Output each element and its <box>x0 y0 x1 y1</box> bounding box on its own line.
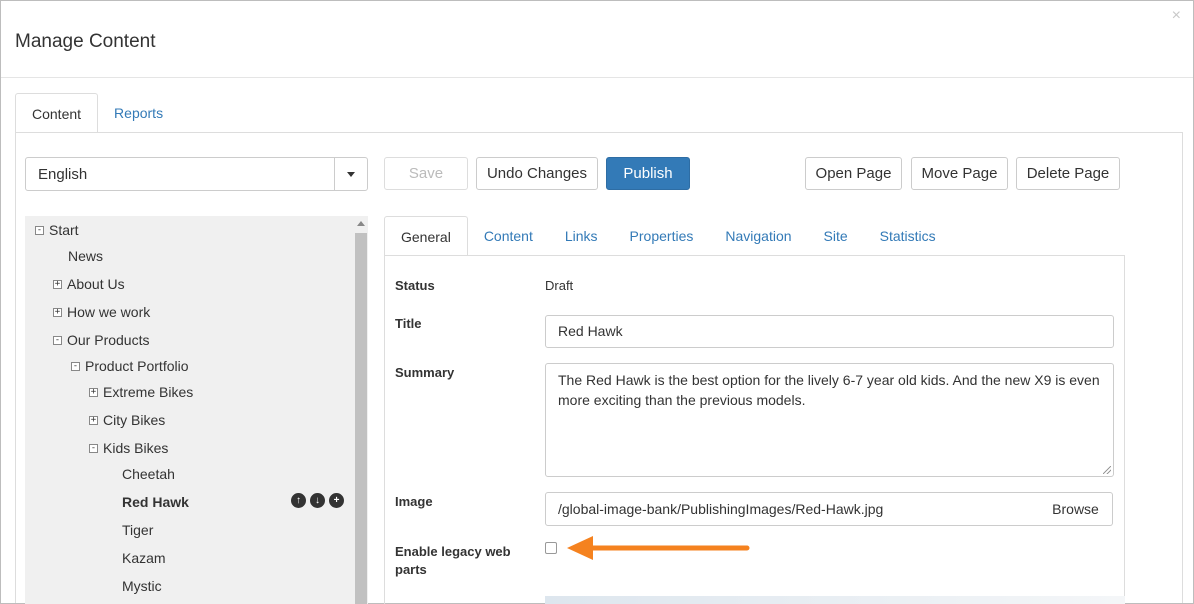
tree-node-label: Red Hawk <box>122 494 189 510</box>
legacy-web-parts-label: Enable legacy web parts <box>395 544 511 577</box>
tree-node-how-we-work[interactable]: + How we work <box>53 302 150 322</box>
tree-node-label: Start <box>49 222 79 238</box>
expand-icon[interactable]: + <box>53 279 62 289</box>
tree-node-label: Mystic <box>122 578 162 594</box>
tab-links[interactable]: Links <box>549 216 614 256</box>
publish-button[interactable]: Publish <box>606 157 690 190</box>
tree-node-tiger[interactable]: Tiger <box>122 520 153 540</box>
expand-icon[interactable]: + <box>89 387 98 397</box>
tree-node-product-portfolio[interactable]: - Product Portfolio <box>71 356 189 376</box>
undo-changes-button[interactable]: Undo Changes <box>476 157 598 190</box>
title-input[interactable]: Red Hawk <box>545 315 1114 348</box>
tree-node-label: Our Products <box>67 332 150 348</box>
language-dropdown-toggle[interactable] <box>334 158 367 190</box>
tab-navigation[interactable]: Navigation <box>709 216 807 256</box>
page-tree: - Start News + About Us + How we work - … <box>25 216 368 604</box>
save-button[interactable]: Save <box>384 157 468 190</box>
expand-icon[interactable]: + <box>53 307 62 317</box>
summary-label: Summary <box>395 365 455 380</box>
tab-content[interactable]: Content <box>15 93 99 133</box>
annotation-arrow-icon <box>567 536 750 560</box>
tab-properties[interactable]: Properties <box>614 216 710 256</box>
delete-page-button[interactable]: Delete Page <box>1016 157 1120 190</box>
resize-handle-icon[interactable] <box>1103 466 1111 474</box>
tree-node-label: How we work <box>67 304 151 320</box>
tree-node-cheetah[interactable]: Cheetah <box>122 464 175 484</box>
image-preview <box>545 596 1125 604</box>
title-label: Title <box>395 316 422 331</box>
tree-node-label: Tiger <box>122 522 154 538</box>
top-tabs: Content Reports <box>15 93 179 133</box>
tree-node-our-products[interactable]: - Our Products <box>53 330 149 350</box>
tree-node-extreme-bikes[interactable]: + Extreme Bikes <box>89 382 193 402</box>
tree-scrollbar[interactable] <box>354 216 368 604</box>
tree-node-label: News <box>68 248 104 264</box>
tree-node-red-hawk[interactable]: Red Hawk <box>122 492 189 512</box>
node-actions: ↑ ↓ + <box>291 493 344 508</box>
collapse-icon[interactable]: - <box>53 335 62 345</box>
open-page-button[interactable]: Open Page <box>805 157 902 190</box>
move-page-button[interactable]: Move Page <box>911 157 1008 190</box>
tree-node-label: Kids Bikes <box>103 440 169 456</box>
add-child-icon[interactable]: + <box>329 493 344 508</box>
tree-node-kazam[interactable]: Kazam <box>122 548 166 568</box>
language-selected: English <box>38 166 88 183</box>
tree-node-kids-bikes[interactable]: - Kids Bikes <box>89 438 168 458</box>
tree-node-label: Product Portfolio <box>85 358 189 374</box>
tab-site[interactable]: Site <box>808 216 864 256</box>
tree-node-label: Extreme Bikes <box>103 384 194 400</box>
image-url-input[interactable]: /global-image-bank/PublishingImages/Red-… <box>545 492 1040 526</box>
collapse-icon[interactable]: - <box>89 443 98 453</box>
tree-node-mystic[interactable]: Mystic <box>122 576 162 596</box>
header-divider <box>1 77 1193 78</box>
scroll-up-icon[interactable] <box>357 221 365 226</box>
move-down-icon[interactable]: ↓ <box>310 493 325 508</box>
scroll-thumb[interactable] <box>355 233 367 604</box>
status-label: Status <box>395 278 435 293</box>
tree-node-about-us[interactable]: + About Us <box>53 274 125 294</box>
dialog-title: Manage Content <box>15 31 156 52</box>
move-up-icon[interactable]: ↑ <box>291 493 306 508</box>
legacy-web-parts-checkbox[interactable] <box>545 542 557 554</box>
tab-general[interactable]: General <box>384 216 468 256</box>
tree-node-label: Cheetah <box>122 466 175 482</box>
tab-reports[interactable]: Reports <box>98 93 179 133</box>
summary-value: The Red Hawk is the best option for the … <box>558 372 1100 408</box>
expand-icon[interactable]: + <box>89 415 98 425</box>
chevron-down-icon <box>347 171 355 177</box>
status-value: Draft <box>545 278 574 293</box>
image-url-value: /global-image-bank/PublishingImages/Red-… <box>558 501 884 517</box>
tree-node-label: Kazam <box>122 550 166 566</box>
tree-node-start[interactable]: - Start <box>35 220 79 240</box>
tree-node-label: About Us <box>67 276 125 292</box>
image-label: Image <box>395 494 433 509</box>
summary-textarea[interactable]: The Red Hawk is the best option for the … <box>545 363 1114 477</box>
collapse-icon[interactable]: - <box>71 361 80 371</box>
tree-node-news[interactable]: News <box>68 246 103 266</box>
tab-content-page[interactable]: Content <box>468 216 549 256</box>
tree-node-city-bikes[interactable]: + City Bikes <box>89 410 165 430</box>
tab-statistics[interactable]: Statistics <box>864 216 952 256</box>
page-tabs: General Content Links Properties Navigat… <box>384 216 952 256</box>
close-icon[interactable]: × <box>1172 7 1181 25</box>
language-select[interactable]: English <box>25 157 368 191</box>
collapse-icon[interactable]: - <box>35 225 44 235</box>
title-input-value: Red Hawk <box>558 323 623 339</box>
tree-node-label: City Bikes <box>103 412 166 428</box>
browse-button[interactable]: Browse <box>1039 492 1113 526</box>
